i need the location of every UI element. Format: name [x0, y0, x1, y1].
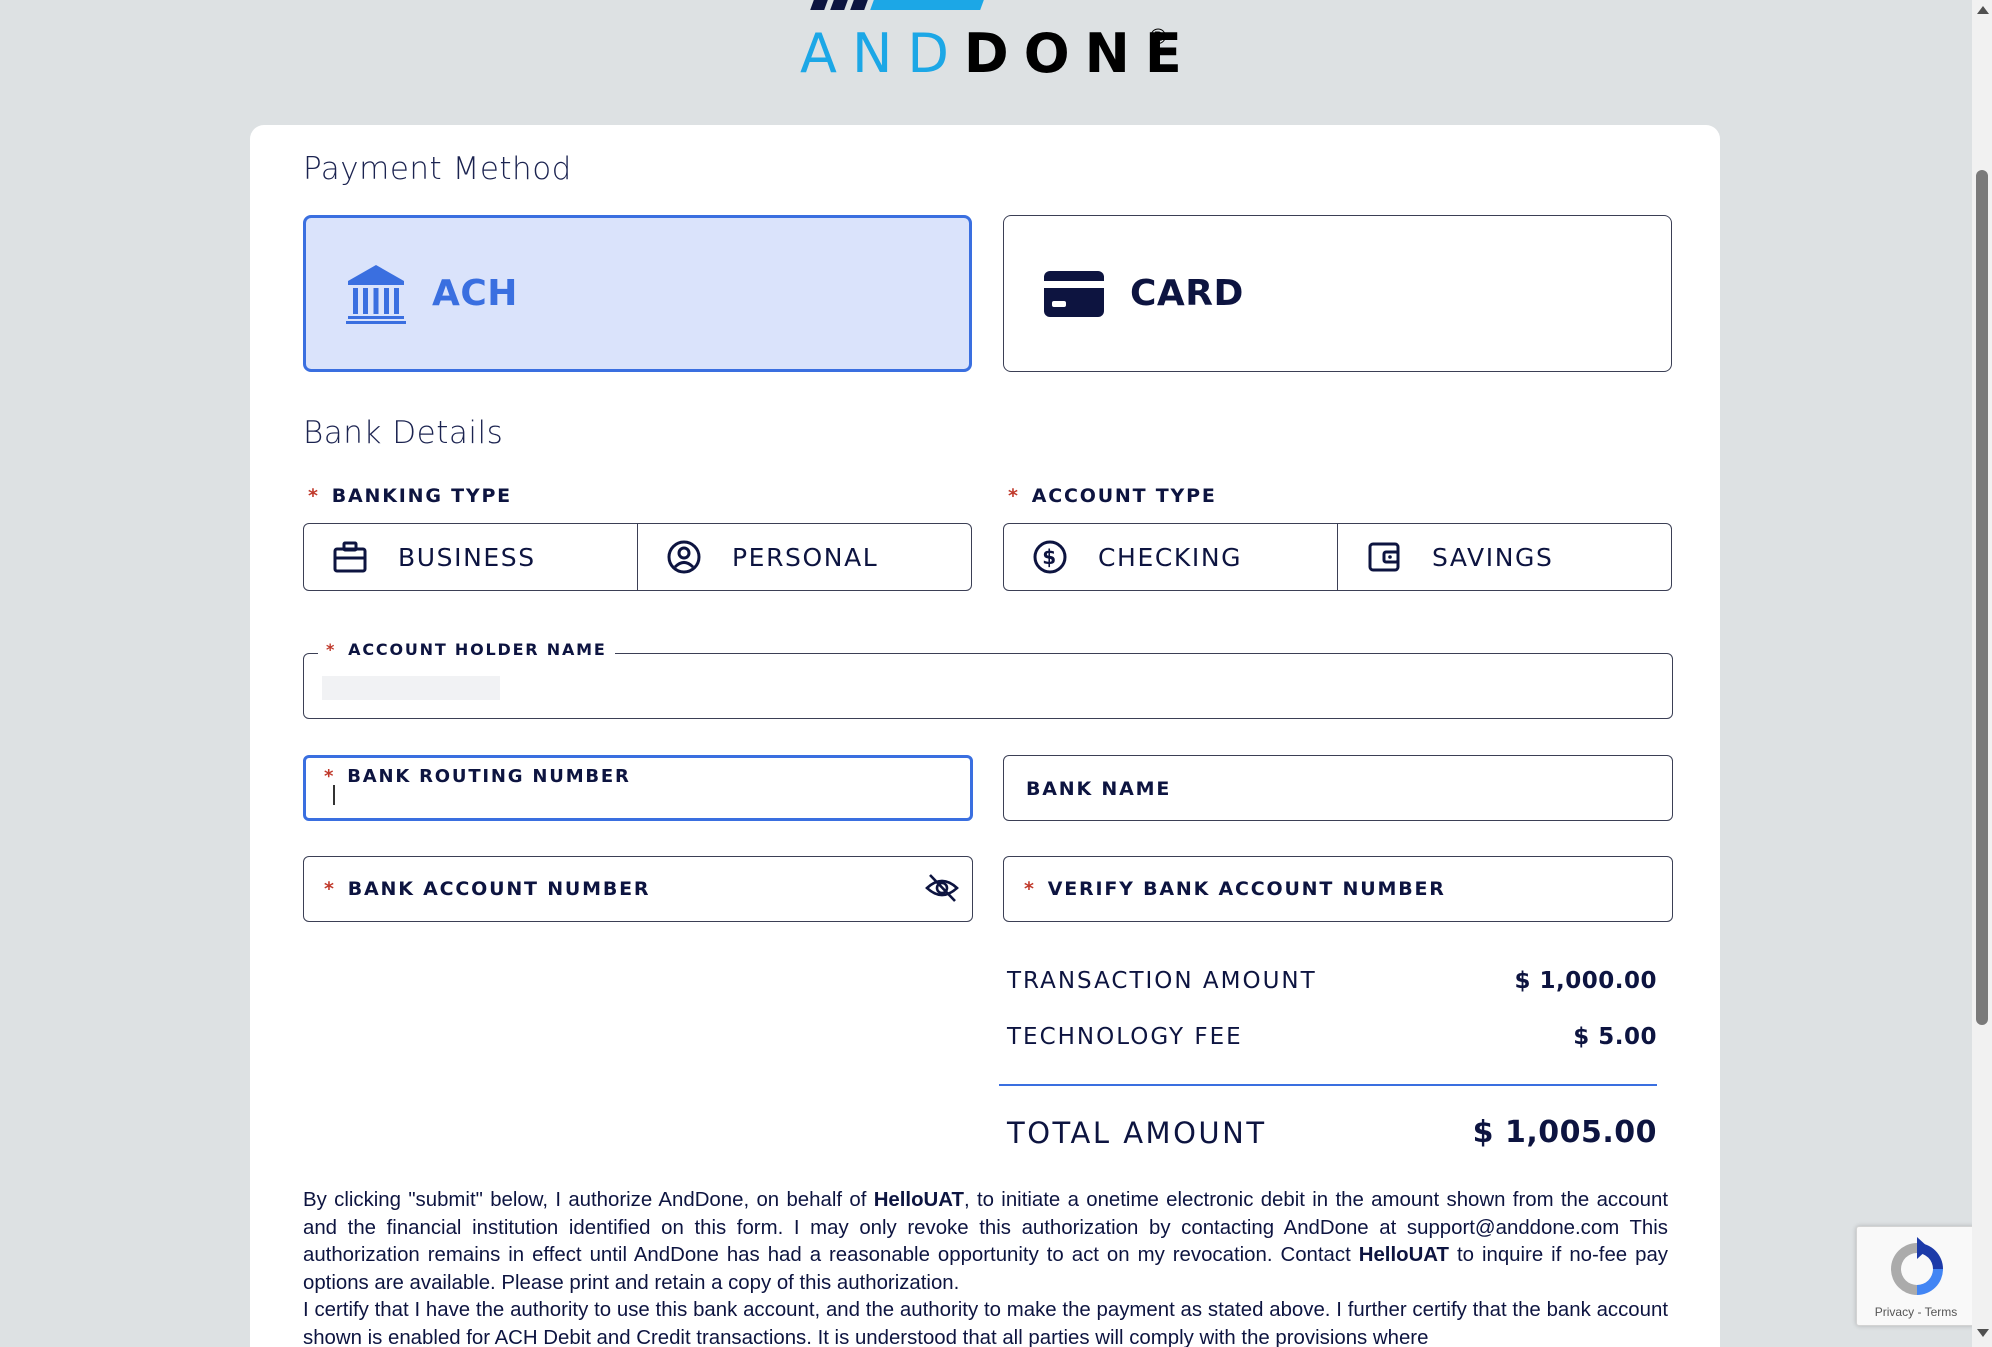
savings-option[interactable]: SAVINGS	[1337, 524, 1671, 590]
account-holder-name-input[interactable]	[322, 674, 1642, 702]
routing-number-input[interactable]	[332, 788, 952, 814]
bank-details-title: Bank Details	[303, 415, 504, 451]
personal-option[interactable]: PERSONAL	[637, 524, 971, 590]
credit-card-icon	[1042, 262, 1106, 326]
verify-account-number-label: * VERIFY BANK ACCOUNT NUMBER	[1024, 878, 1446, 900]
business-label: BUSINESS	[398, 542, 536, 572]
card-option[interactable]: CARD	[1003, 215, 1672, 372]
total-amount-row: TOTAL AMOUNT $ 1,005.00	[1007, 1115, 1657, 1150]
transaction-amount-label: TRANSACTION AMOUNT	[1007, 968, 1317, 994]
account-holder-name-label: * ACCOUNT HOLDER NAME	[318, 640, 615, 659]
briefcase-icon	[332, 539, 368, 575]
total-amount-label: TOTAL AMOUNT	[1007, 1115, 1267, 1150]
account-number-field[interactable]: * BANK ACCOUNT NUMBER	[303, 856, 973, 922]
eye-off-icon[interactable]	[924, 871, 962, 907]
savings-label: SAVINGS	[1432, 542, 1554, 572]
vertical-scrollbar[interactable]	[1972, 0, 1992, 1347]
svg-text:$: $	[1042, 545, 1058, 569]
privacy-link[interactable]: Privacy	[1875, 1305, 1914, 1319]
summary-divider	[999, 1084, 1657, 1086]
required-asterisk: *	[308, 485, 320, 507]
ach-label: ACH	[432, 273, 518, 314]
recaptcha-icon	[1885, 1237, 1949, 1301]
account-holder-name-field[interactable]: * ACCOUNT HOLDER NAME	[303, 640, 1673, 719]
technology-fee-value: $ 5.00	[1573, 1024, 1657, 1050]
account-type-selector: $ CHECKING SAVINGS	[1003, 523, 1672, 591]
transaction-amount-row: TRANSACTION AMOUNT $ 1,000.00	[1007, 968, 1657, 994]
logo-wordmark: ANDDONE	[800, 22, 1197, 85]
registered-mark: ®	[1150, 24, 1167, 49]
total-amount-value: $ 1,005.00	[1472, 1115, 1657, 1150]
routing-number-field[interactable]: * BANK ROUTING NUMBER	[303, 755, 973, 821]
banking-type-selector: BUSINESS PERSONAL	[303, 523, 972, 591]
payment-form-card: Payment Method ACH CARD Bank Details * B…	[250, 125, 1720, 1347]
terms-link[interactable]: Terms	[1925, 1305, 1958, 1319]
certification-paragraph: I certify that I have the authority to u…	[303, 1299, 1668, 1347]
recaptcha-links: Privacy - Terms	[1874, 1305, 1958, 1319]
scroll-up-arrow-icon[interactable]	[1977, 6, 1989, 14]
technology-fee-label: TECHNOLOGY FEE	[1007, 1024, 1243, 1050]
anddone-logo: ANDDONE ®	[800, 0, 1200, 90]
checking-label: CHECKING	[1098, 542, 1243, 572]
banking-type-label: * BANKING TYPE	[308, 485, 512, 507]
technology-fee-row: TECHNOLOGY FEE $ 5.00	[1007, 1024, 1657, 1050]
account-type-label: * ACCOUNT TYPE	[1008, 485, 1217, 507]
user-circle-icon	[666, 539, 702, 575]
personal-label: PERSONAL	[732, 542, 879, 572]
authorization-paragraph: By clicking "submit" below, I authorize …	[303, 1189, 1668, 1294]
dollar-circle-icon: $	[1032, 539, 1068, 575]
card-label: CARD	[1130, 273, 1244, 314]
payment-method-title: Payment Method	[303, 151, 572, 187]
required-asterisk: *	[1008, 485, 1020, 507]
transaction-amount-value: $ 1,000.00	[1514, 968, 1657, 994]
scroll-down-arrow-icon[interactable]	[1977, 1329, 1989, 1337]
ach-option[interactable]: ACH	[303, 215, 972, 372]
verify-account-number-field[interactable]: * VERIFY BANK ACCOUNT NUMBER	[1003, 856, 1673, 922]
bank-name-label: BANK NAME	[1026, 778, 1172, 800]
business-option[interactable]: BUSINESS	[304, 524, 637, 590]
checking-option[interactable]: $ CHECKING	[1004, 524, 1337, 590]
wallet-icon	[1366, 539, 1402, 575]
account-number-label: * BANK ACCOUNT NUMBER	[324, 878, 651, 900]
bank-name-field[interactable]: BANK NAME	[1003, 755, 1673, 821]
bank-icon	[344, 262, 408, 326]
recaptcha-badge[interactable]: Privacy - Terms	[1856, 1226, 1976, 1326]
authorization-text: By clicking "submit" below, I authorize …	[303, 1187, 1668, 1347]
scroll-thumb[interactable]	[1976, 170, 1988, 1025]
routing-number-label: * BANK ROUTING NUMBER	[324, 766, 631, 787]
